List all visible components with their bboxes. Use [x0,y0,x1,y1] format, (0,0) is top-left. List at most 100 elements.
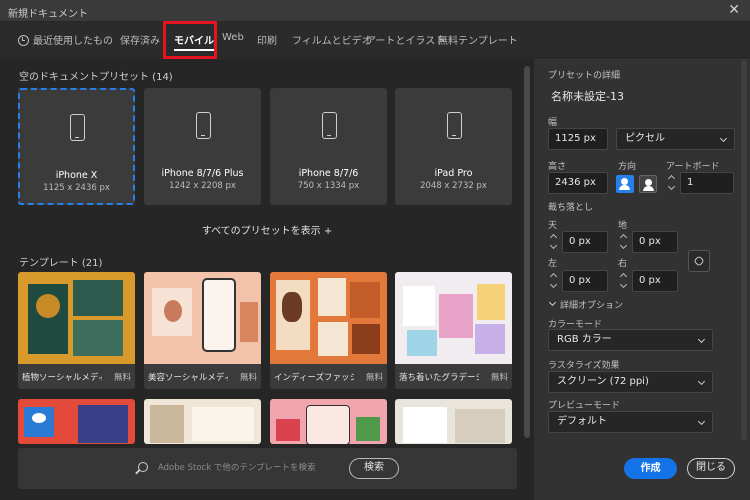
width-field[interactable]: 1125 px [548,128,608,150]
preview-mode-dropdown[interactable]: デフォルト [548,411,713,433]
chevron-down-icon [549,280,558,289]
presets-scrollbar[interactable] [524,66,530,438]
chevron-up-icon [667,174,676,183]
color-mode-dropdown[interactable]: RGB カラー [548,329,713,351]
clock-icon [18,35,29,46]
template-card[interactable] [18,399,135,444]
bleed-right-label: 右 [618,259,628,269]
preset-size: 750 x 1334 px [297,181,360,191]
tab-web[interactable]: Web [222,32,244,43]
phone-icon [321,112,337,139]
template-card[interactable]: 美容ソーシャルメディア... 無料 [144,272,261,389]
template-card[interactable] [270,399,387,444]
preset-name: iPhone X [55,170,98,181]
chevron-down-icon [697,417,706,426]
preview-mode-value: デフォルト [557,416,607,427]
portrait-orientation-button[interactable] [616,175,634,193]
search-input[interactable] [158,460,348,476]
artboard-stepper[interactable] [667,172,678,194]
raster-effects-value: スクリーン (72 ppi) [557,376,649,387]
preview-mode-label: プレビューモード [548,401,621,411]
tab-saved[interactable]: 保存済み [120,32,160,47]
height-label: 高さ [548,162,567,172]
template-card[interactable] [395,399,512,444]
template-card[interactable]: 植物ソーシャルメディア... 無料 [18,272,135,389]
artboard-count-field[interactable]: 1 [680,172,734,194]
template-name: 美容ソーシャルメディア... [148,373,228,383]
template-card[interactable]: 落ち着いたグラデーシ... 無料 [395,272,512,389]
unit-value: ピクセル [625,133,665,144]
scrollbar-thumb[interactable] [524,66,530,438]
details-scrollbar[interactable] [741,60,747,440]
unit-dropdown[interactable]: ピクセル [616,128,735,150]
link-bleed-button[interactable] [688,250,710,272]
person-body-icon [643,186,654,191]
free-badge: 無料 [365,373,383,383]
preset-card[interactable]: iPhone 8/7/6 750 x 1334 px [270,88,387,205]
close-button[interactable]: 閉じる [687,458,735,479]
bleed-bottom-field[interactable]: 0 px [632,231,678,253]
bleed-right-field[interactable]: 0 px [632,270,678,292]
preset-name: iPhone 8/7/6 Plus [161,168,244,179]
details-heading: プリセットの詳細 [548,71,621,81]
category-tabs: 最近使用したもの 保存済み モバイル Web 印刷 フィルムとビデオ アートとイ… [0,22,750,58]
bleed-right-stepper[interactable] [619,270,630,292]
show-all-presets-link[interactable]: すべてのプリセットを表示 + [0,222,534,237]
height-field[interactable]: 2436 px [548,172,608,194]
person-body-icon [619,185,630,190]
chevron-up-icon [549,233,558,242]
stock-search-bar: 検索 [18,448,517,489]
document-name-field[interactable]: 名称未設定-13 [551,88,624,104]
chevron-down-icon [719,134,728,143]
template-thumbnail [18,272,135,364]
tab-recent[interactable]: 最近使用したもの [18,32,113,47]
bleed-bottom-label: 地 [618,221,628,231]
chevron-down-icon [697,335,706,344]
orientation-label: 方向 [618,162,637,172]
tab-free-templates[interactable]: 無料テンプレート [438,32,518,47]
tab-label: 最近使用したもの [33,36,113,47]
width-label: 幅 [548,118,558,128]
link-icon [693,255,705,267]
chevron-down-icon [667,182,676,191]
chevron-up-icon [619,233,628,242]
tab-art-illustration[interactable]: アートとイラスト [366,32,445,47]
template-name: インディーズファッション... [274,373,354,383]
template-card[interactable] [144,399,261,444]
bleed-bottom-stepper[interactable] [619,231,630,253]
highlight-box [163,21,217,59]
tab-print[interactable]: 印刷 [257,32,277,47]
preset-name: iPad Pro [434,168,473,179]
bleed-left-field[interactable]: 0 px [562,270,608,292]
color-mode-value: RGB カラー [557,334,612,345]
bleed-label: 裁ち落とし [548,203,594,213]
person-icon [621,178,628,185]
create-button[interactable]: 作成 [624,458,677,479]
chevron-up-icon [549,272,558,281]
window-title: 新規ドキュメント [8,9,88,20]
title-bar: 新規ドキュメント ✕ [0,0,750,22]
search-button[interactable]: 検索 [349,458,399,479]
template-thumbnail [270,272,387,364]
landscape-orientation-button[interactable] [639,175,657,193]
preset-size: 1125 x 2436 px [43,183,110,193]
chevron-down-icon [549,241,558,250]
bleed-left-stepper[interactable] [549,270,560,292]
bleed-top-stepper[interactable] [549,231,560,253]
template-thumbnail [395,272,512,364]
preset-card[interactable]: iPhone X 1125 x 2436 px [18,88,135,205]
chevron-up-icon [619,272,628,281]
tab-film-video[interactable]: フィルムとビデオ [292,32,372,47]
close-icon[interactable]: ✕ [728,2,740,18]
search-icon [138,462,148,472]
bleed-top-field[interactable]: 0 px [562,231,608,253]
preset-card[interactable]: iPhone 8/7/6 Plus 1242 x 2208 px [144,88,261,205]
preset-card[interactable]: iPad Pro 2048 x 2732 px [395,88,512,205]
raster-effects-dropdown[interactable]: スクリーン (72 ppi) [548,371,713,393]
free-badge: 無料 [113,373,131,383]
advanced-options-toggle[interactable]: 詳細オプション [560,298,623,311]
template-card[interactable]: インディーズファッション... 無料 [270,272,387,389]
chevron-down-icon [619,241,628,250]
preset-name: iPhone 8/7/6 [298,168,359,179]
templates-title: テンプレート (21) [19,258,103,269]
